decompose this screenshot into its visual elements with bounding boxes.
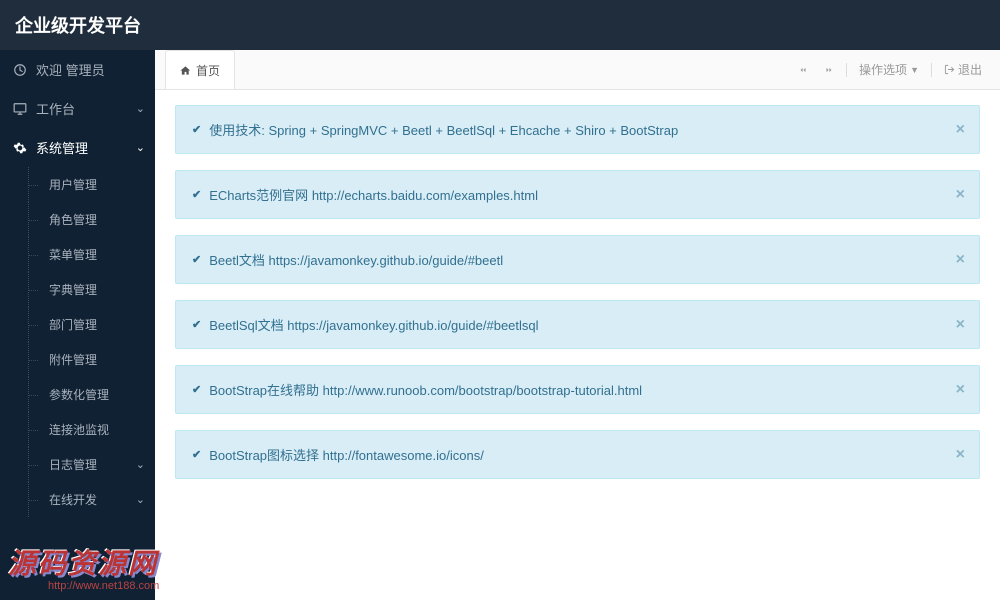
sidebar-menu-mgmt[interactable]: 菜单管理	[28, 237, 155, 272]
alert-item: ✔ BootStrap图标选择 http://fontawesome.io/ico…	[175, 430, 980, 479]
main-area: 首页 操作选项 ▼ 退出	[155, 50, 1000, 600]
sidebar-dict-mgmt[interactable]: 字典管理	[28, 272, 155, 307]
sidebar-workbench-label: 工作台	[36, 99, 75, 118]
home-icon	[180, 65, 191, 76]
check-icon: ✔	[192, 448, 201, 461]
check-icon: ✔	[192, 318, 201, 331]
tabbar: 首页 操作选项 ▼ 退出	[155, 50, 1000, 90]
close-icon[interactable]: ×	[956, 186, 965, 204]
content-area: ✔ 使用技术: Spring + SpringMVC + Beetl + Beet…	[155, 90, 1000, 600]
tab-actions-label: 操作选项	[859, 61, 907, 78]
check-icon: ✔	[192, 123, 201, 136]
tab-actions-dropdown[interactable]: 操作选项 ▼	[851, 57, 927, 82]
sidebar-system-mgmt[interactable]: 系统管理 ⌄	[0, 128, 155, 167]
close-icon[interactable]: ×	[956, 381, 965, 399]
exit-label: 退出	[958, 61, 982, 78]
tabbar-right: 操作选项 ▼ 退出	[790, 57, 990, 82]
alert-text: 使用技术: Spring + SpringMVC + Beetl + Beetl…	[209, 120, 678, 139]
sidebar-param-mgmt[interactable]: 参数化管理	[28, 377, 155, 412]
sidebar-dept-mgmt[interactable]: 部门管理	[28, 307, 155, 342]
app-header: 企业级开发平台	[0, 0, 1000, 50]
alert-item: ✔ ECharts范例官网 http://echarts.baidu.com/ex…	[175, 170, 980, 219]
sidebar-role-mgmt[interactable]: 角色管理	[28, 202, 155, 237]
gear-icon	[12, 140, 28, 156]
alert-item: ✔ BootStrap在线帮助 http://www.runoob.com/boo…	[175, 365, 980, 414]
chevron-down-icon: ⌄	[136, 141, 145, 154]
sidebar-user-mgmt[interactable]: 用户管理	[28, 167, 155, 202]
sidebar-welcome[interactable]: 欢迎 管理员	[0, 50, 155, 89]
chevron-down-icon: ⌄	[136, 493, 145, 506]
close-icon[interactable]: ×	[956, 251, 965, 269]
alert-item: ✔ 使用技术: Spring + SpringMVC + Beetl + Beet…	[175, 105, 980, 154]
chevron-down-icon: ⌄	[136, 102, 145, 115]
double-right-icon	[824, 65, 834, 75]
main-container: 欢迎 管理员 工作台 ⌄ 系统管理 ⌄ 用户管理 角色管理 菜单管理 字典管理 …	[0, 50, 1000, 600]
sidebar-system-mgmt-label: 系统管理	[36, 138, 88, 157]
tab-next-button[interactable]	[816, 61, 842, 79]
alert-text: BootStrap图标选择 http://fontawesome.io/icon…	[209, 445, 484, 464]
desktop-icon	[12, 101, 28, 117]
welcome-prefix: 欢迎	[36, 63, 62, 78]
sidebar: 欢迎 管理员 工作台 ⌄ 系统管理 ⌄ 用户管理 角色管理 菜单管理 字典管理 …	[0, 50, 155, 600]
alert-text: BeetlSql文档 https://javamonkey.github.io/…	[209, 315, 538, 334]
check-icon: ✔	[192, 383, 201, 396]
tab-home[interactable]: 首页	[165, 50, 235, 89]
close-icon[interactable]: ×	[956, 446, 965, 464]
alert-text: Beetl文档 https://javamonkey.github.io/gui…	[209, 250, 503, 269]
alert-link[interactable]: https://javamonkey.github.io/guide/#beet…	[287, 318, 538, 333]
check-icon: ✔	[192, 188, 201, 201]
alert-item: ✔ Beetl文档 https://javamonkey.github.io/gu…	[175, 235, 980, 284]
welcome-user: 管理员	[66, 63, 105, 78]
logout-icon	[944, 64, 955, 75]
dashboard-icon	[12, 62, 28, 78]
caret-down-icon: ▼	[910, 65, 919, 75]
alert-link[interactable]: https://javamonkey.github.io/guide/#beet…	[268, 253, 503, 268]
tab-home-label: 首页	[196, 62, 220, 79]
alert-link[interactable]: http://www.runoob.com/bootstrap/bootstra…	[323, 383, 642, 398]
alert-link[interactable]: http://fontawesome.io/icons/	[323, 448, 484, 463]
double-left-icon	[798, 65, 808, 75]
tab-prev-button[interactable]	[790, 61, 816, 79]
exit-button[interactable]: 退出	[936, 57, 990, 82]
close-icon[interactable]: ×	[956, 316, 965, 334]
app-title: 企业级开发平台	[15, 12, 141, 38]
close-icon[interactable]: ×	[956, 121, 965, 139]
alert-link[interactable]: http://echarts.baidu.com/examples.html	[312, 188, 538, 203]
sidebar-attach-mgmt[interactable]: 附件管理	[28, 342, 155, 377]
tabbar-left: 首页	[165, 50, 235, 89]
sidebar-online-dev[interactable]: 在线开发⌄	[28, 482, 155, 517]
sidebar-log-mgmt[interactable]: 日志管理⌄	[28, 447, 155, 482]
sidebar-system-submenu: 用户管理 角色管理 菜单管理 字典管理 部门管理 附件管理 参数化管理 连接池监…	[0, 167, 155, 517]
alert-text: BootStrap在线帮助 http://www.runoob.com/boot…	[209, 380, 642, 399]
alert-text: ECharts范例官网 http://echarts.baidu.com/exa…	[209, 185, 538, 204]
check-icon: ✔	[192, 253, 201, 266]
sidebar-workbench[interactable]: 工作台 ⌄	[0, 89, 155, 128]
alert-item: ✔ BeetlSql文档 https://javamonkey.github.io…	[175, 300, 980, 349]
sidebar-conn-monitor[interactable]: 连接池监视	[28, 412, 155, 447]
chevron-down-icon: ⌄	[136, 458, 145, 471]
